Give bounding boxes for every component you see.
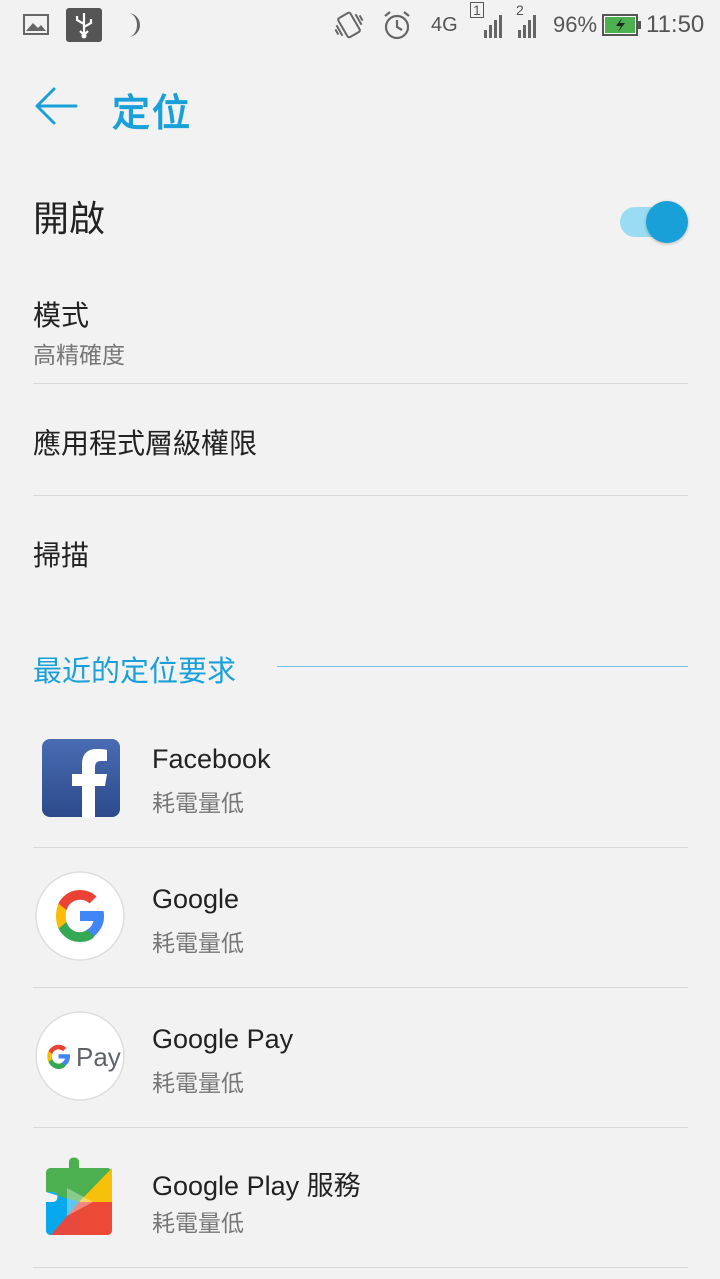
page-title: 定位: [112, 91, 193, 135]
facebook-icon: [41, 738, 121, 818]
signal-icon: 2: [514, 2, 548, 42]
setting-title: 應用程式層級權限: [33, 427, 258, 460]
moon-icon: [120, 8, 144, 42]
sim1-label: 1: [470, 2, 484, 18]
app-power-usage: 耗電量低: [152, 1071, 244, 1097]
vibrate-icon: [332, 8, 366, 42]
recent-app-google-pay[interactable]: Pay Google Pay 耗電量低: [0, 988, 720, 1128]
divider: [33, 1267, 688, 1268]
battery-percent: 96%: [553, 12, 598, 37]
setting-title: 掃描: [33, 539, 90, 572]
location-toggle-label: 開啟: [33, 199, 106, 240]
app-level-permissions-setting[interactable]: 應用程式層級權限: [0, 384, 720, 495]
setting-title: 模式: [33, 299, 90, 332]
sim2-label: 2: [516, 2, 524, 18]
location-switch[interactable]: [618, 194, 690, 243]
app-bar: 定位: [0, 60, 720, 150]
google-icon: [34, 870, 126, 962]
switch-thumb: [646, 201, 688, 243]
signal-icon: 1: [470, 2, 504, 42]
usb-icon: [66, 8, 102, 42]
scanning-setting[interactable]: 掃描: [0, 496, 720, 608]
arrow-left-icon: [35, 87, 78, 125]
google-pay-icon: Pay: [34, 1010, 126, 1102]
status-bar: 4G 1 2 96% 11:50: [0, 0, 720, 50]
recent-app-google-play-services[interactable]: Google Play 服務 耗電量低: [0, 1128, 720, 1268]
recent-requests-header: 最近的定位要求: [33, 654, 237, 688]
clock: 11:50: [646, 11, 705, 38]
alarm-icon: [382, 8, 412, 42]
mode-setting[interactable]: 模式 高精確度: [0, 280, 720, 384]
location-toggle-row[interactable]: 開啟: [0, 170, 720, 262]
app-name: Google Pay: [152, 1024, 294, 1054]
svg-text:Pay: Pay: [76, 1042, 121, 1072]
app-name: Facebook: [152, 744, 271, 774]
back-button[interactable]: [24, 76, 88, 136]
recent-app-facebook[interactable]: Facebook 耗電量低: [0, 708, 720, 848]
section-divider: [277, 666, 688, 667]
setting-subtitle: 高精確度: [33, 343, 125, 369]
app-power-usage: 耗電量低: [152, 1211, 244, 1237]
app-name: Google Play 服務: [152, 1171, 361, 1201]
app-name: Google: [152, 884, 240, 914]
image-icon: [22, 8, 50, 42]
google-play-services-icon: [45, 1152, 115, 1236]
app-power-usage: 耗電量低: [152, 931, 244, 957]
recent-app-google[interactable]: Google 耗電量低: [0, 848, 720, 988]
network-type: 4G: [431, 13, 458, 36]
battery-icon: [602, 8, 642, 42]
app-power-usage: 耗電量低: [152, 791, 244, 817]
